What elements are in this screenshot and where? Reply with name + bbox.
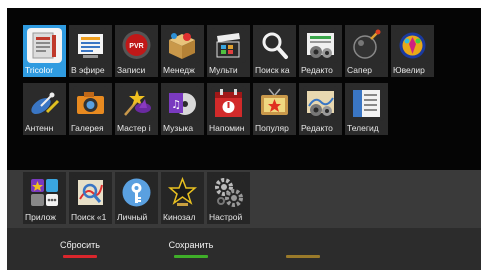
cinema-star-icon	[165, 175, 200, 210]
search-map-icon	[73, 175, 108, 210]
app-label: Популяр	[255, 123, 289, 133]
app-label: Телегид	[347, 123, 379, 133]
favorite-tile-cinema[interactable]: Кинозал	[161, 172, 204, 224]
app-tile-manager[interactable]: Менедж	[161, 25, 204, 77]
broadcast-icon	[73, 28, 108, 63]
favorite-tile-apps[interactable]: Прилож	[23, 172, 66, 224]
antenna-icon	[27, 86, 62, 121]
app-label: Поиск ка	[255, 65, 290, 75]
app-tile-music[interactable]: ♫ Музыка	[161, 83, 204, 135]
app-tile-editor-1[interactable]: Редакто	[299, 25, 342, 77]
save-button[interactable]: Сохранить	[161, 240, 221, 258]
app-tile-gallery[interactable]: Галерея	[69, 83, 112, 135]
app-tile-editor-2[interactable]: Редакто	[299, 83, 342, 135]
camera-icon	[73, 86, 108, 121]
wizard-hat-icon	[119, 86, 154, 121]
app-label: Менедж	[163, 65, 195, 75]
app-label: Личный	[117, 212, 148, 222]
app-label: Редакто	[301, 65, 333, 75]
tv-guide-icon	[349, 86, 384, 121]
music-icon: ♫	[165, 86, 200, 121]
app-tile-tricolor[interactable]: Tricolor	[23, 25, 66, 77]
app-tile-popular[interactable]: Популяр	[253, 83, 296, 135]
app-label: Мастер і	[117, 123, 151, 133]
app-label: Поиск «1	[71, 212, 107, 222]
action-bar: Сбросить Сохранить	[7, 228, 481, 270]
app-label: Ювелир	[393, 65, 425, 75]
key-icon	[119, 175, 154, 210]
app-label: Прилож	[25, 212, 56, 222]
box-icon	[165, 28, 200, 63]
app-label: Редакто	[301, 123, 333, 133]
favorite-tile-settings[interactable]: Настрой	[207, 172, 250, 224]
app-tile-antenna[interactable]: Антенн	[23, 83, 66, 135]
editor-map-icon	[303, 86, 338, 121]
editor-gears-icon	[303, 28, 338, 63]
app-tile-minesweeper[interactable]: Сапер	[345, 25, 388, 77]
app-tile-wizard[interactable]: Мастер і	[115, 83, 158, 135]
app-tile-jeweler[interactable]: Ювелир	[391, 25, 434, 77]
app-tile-tv-guide[interactable]: Телегид	[345, 83, 388, 135]
yellow-key-indicator	[286, 255, 320, 258]
app-label: Музыка	[163, 123, 194, 133]
clapper-icon	[211, 28, 246, 63]
app-tile-broadcast[interactable]: В эфире	[69, 25, 112, 77]
app-label: Записи	[117, 65, 146, 75]
reset-button[interactable]: Сбросить	[50, 240, 110, 258]
app-label: Кинозал	[163, 212, 196, 222]
red-key-indicator	[63, 255, 97, 258]
yellow-key-button[interactable]	[273, 240, 333, 258]
app-tile-multi[interactable]: Мульти	[207, 25, 250, 77]
app-tile-reminder[interactable]: Напомин	[207, 83, 250, 135]
settings-gears-icon	[211, 175, 246, 210]
search-icon	[257, 28, 292, 63]
app-label: Мульти	[209, 65, 238, 75]
pvr-icon: PVR	[119, 28, 154, 63]
app-label: Антенн	[25, 123, 54, 133]
tricolor-icon	[27, 28, 62, 63]
favorite-tile-personal[interactable]: Личный	[115, 172, 158, 224]
yellow-key-label	[302, 240, 305, 250]
tv-star-icon	[257, 86, 292, 121]
svg-text:♫: ♫	[171, 98, 181, 111]
apps-grid-icon	[27, 175, 62, 210]
app-label: Настрой	[209, 212, 243, 222]
app-label: Сапер	[347, 65, 373, 75]
mine-icon	[349, 28, 384, 63]
app-label: Напомин	[209, 123, 245, 133]
app-tile-recordings[interactable]: PVR Записи	[115, 25, 158, 77]
app-tile-channel-search[interactable]: Поиск ка	[253, 25, 296, 77]
save-label: Сохранить	[168, 240, 214, 250]
app-label: Tricolor	[25, 65, 54, 75]
favorite-tile-search[interactable]: Поиск «1	[69, 172, 112, 224]
jewel-icon	[395, 28, 430, 63]
app-label: В эфире	[71, 65, 105, 75]
svg-text:PVR: PVR	[129, 43, 143, 50]
reset-label: Сбросить	[59, 240, 100, 250]
green-key-indicator	[174, 255, 208, 258]
tv-menu-screen: Tricolor В эфире PVR Записи Менедж Мульт…	[7, 8, 481, 270]
favorites-panel: Прилож Поиск «1 Личный Кинозал Настрой	[7, 170, 481, 228]
reminder-calendar-icon	[211, 86, 246, 121]
app-label: Галерея	[71, 123, 104, 133]
